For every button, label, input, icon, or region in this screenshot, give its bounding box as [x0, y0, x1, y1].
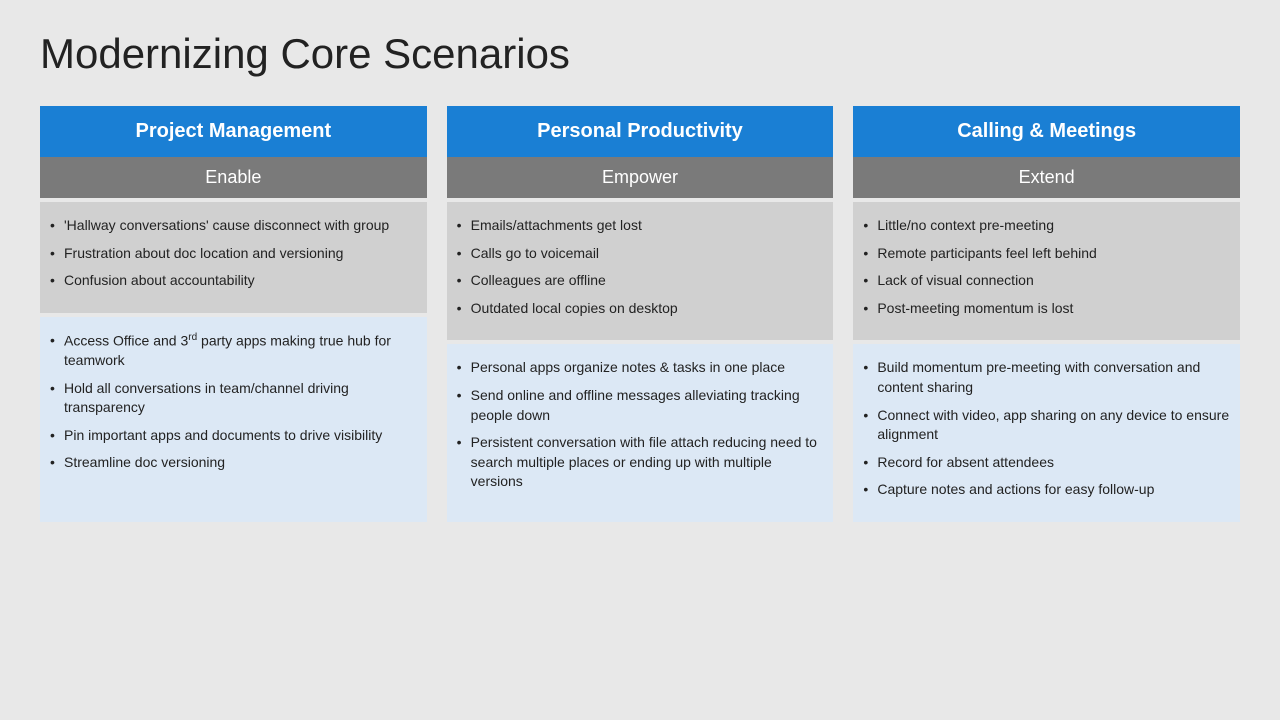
solution-item: Connect with video, app sharing on any d… [859, 406, 1230, 445]
problems-calling-meetings: Little/no context pre-meeting Remote part… [853, 202, 1240, 340]
problem-item: Frustration about doc location and versi… [46, 244, 417, 264]
solution-item: Persistent conversation with file attach… [453, 433, 824, 492]
solution-item: Record for absent attendees [859, 453, 1230, 473]
solutions-project-management: Access Office and 3rd party apps making … [40, 317, 427, 522]
solution-item: Pin important apps and documents to driv… [46, 426, 417, 446]
subheader-personal-productivity: Empower [447, 157, 834, 198]
problem-item: Lack of visual connection [859, 271, 1230, 291]
solution-item: Capture notes and actions for easy follo… [859, 480, 1230, 500]
problem-item: Post-meeting momentum is lost [859, 299, 1230, 319]
subheader-project-management: Enable [40, 157, 427, 198]
solutions-calling-meetings: Build momentum pre-meeting with conversa… [853, 344, 1240, 522]
subheader-calling-meetings: Extend [853, 157, 1240, 198]
problem-item: Emails/attachments get lost [453, 216, 824, 236]
problem-item: Calls go to voicemail [453, 244, 824, 264]
problem-item: Confusion about accountability [46, 271, 417, 291]
column-calling-meetings: Calling & MeetingsExtendLittle/no contex… [853, 106, 1240, 522]
main-grid: Project ManagementEnable 'Hallway convers… [40, 106, 1240, 522]
solutions-personal-productivity: Personal apps organize notes & tasks in … [447, 344, 834, 522]
solution-item: Personal apps organize notes & tasks in … [453, 358, 824, 378]
solution-item: Access Office and 3rd party apps making … [46, 331, 417, 371]
solution-item: Build momentum pre-meeting with conversa… [859, 358, 1230, 397]
problem-item: Little/no context pre-meeting [859, 216, 1230, 236]
header-project-management: Project Management [40, 106, 427, 157]
column-personal-productivity: Personal ProductivityEmpowerEmails/attac… [447, 106, 834, 522]
header-calling-meetings: Calling & Meetings [853, 106, 1240, 157]
solution-item: Send online and offline messages allevia… [453, 386, 824, 425]
problem-item: Outdated local copies on desktop [453, 299, 824, 319]
page-title: Modernizing Core Scenarios [40, 30, 1240, 78]
problem-item: Remote participants feel left behind [859, 244, 1230, 264]
problem-item: Colleagues are offline [453, 271, 824, 291]
solution-item: Hold all conversations in team/channel d… [46, 379, 417, 418]
solution-item: Streamline doc versioning [46, 453, 417, 473]
column-project-management: Project ManagementEnable 'Hallway convers… [40, 106, 427, 522]
problems-personal-productivity: Emails/attachments get lost Calls go to v… [447, 202, 834, 340]
header-personal-productivity: Personal Productivity [447, 106, 834, 157]
problem-item: 'Hallway conversations' cause disconnect… [46, 216, 417, 236]
problems-project-management: 'Hallway conversations' cause disconnect… [40, 202, 427, 313]
